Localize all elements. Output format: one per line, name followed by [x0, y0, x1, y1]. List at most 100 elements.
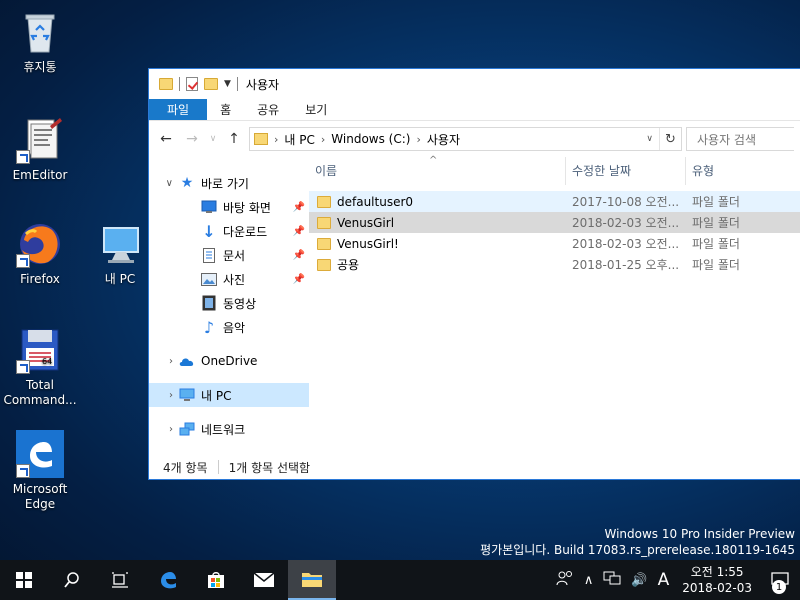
- forward-arrow-icon[interactable]: →: [181, 131, 203, 147]
- nav-label: 내 PC: [201, 388, 232, 403]
- nav-item-documents[interactable]: 문서 📌: [149, 243, 309, 267]
- people-icon[interactable]: [551, 570, 579, 590]
- refresh-icon[interactable]: ↻: [659, 128, 681, 150]
- desktop-icon-label: EmEditor: [12, 168, 68, 182]
- taskbar-edge[interactable]: [144, 560, 192, 600]
- start-button[interactable]: [0, 560, 48, 600]
- tab-view[interactable]: 보기: [292, 99, 340, 120]
- nav-label: 사진: [223, 272, 246, 287]
- taskbar-file-explorer[interactable]: [288, 560, 336, 600]
- folder-icon: [317, 237, 331, 250]
- file-row[interactable]: VenusGirl! 2018-02-03 오전... 파일 폴더: [309, 233, 800, 254]
- desktop-icon-edge[interactable]: Microsoft Edge: [2, 430, 78, 512]
- nav-item-downloads[interactable]: ↓ 다운로드 📌: [149, 219, 309, 243]
- taskbar-store[interactable]: [192, 560, 240, 600]
- pin-icon[interactable]: 📌: [293, 202, 305, 213]
- address-bar[interactable]: › 내 PC › Windows (C:) › 사용자 ∨ ↻: [249, 127, 682, 151]
- nav-network[interactable]: › 네트워크: [149, 417, 309, 441]
- chevron-up-icon[interactable]: ∧: [579, 573, 599, 588]
- properties-icon[interactable]: [186, 77, 198, 91]
- breadcrumb-this-pc[interactable]: 내 PC: [284, 131, 314, 148]
- tab-file[interactable]: 파일: [149, 99, 208, 120]
- clock[interactable]: 오전 1:55 2018-02-03: [674, 564, 760, 596]
- address-toolbar: ← → ∨ ↑ › 내 PC › Windows (C:) › 사용자 ∨ ↻ …: [149, 121, 800, 157]
- tab-home[interactable]: 홈: [207, 99, 244, 120]
- up-arrow-icon[interactable]: ↑: [223, 131, 245, 147]
- taskbar: ∧ 🔊 A 오전 1:55 2018-02-03 1: [0, 560, 800, 600]
- desktop-icon-firefox[interactable]: Firefox: [2, 220, 78, 287]
- chevron-down-icon[interactable]: ▼: [224, 79, 231, 89]
- this-pc-icon: [179, 387, 195, 403]
- network-icon[interactable]: [598, 570, 626, 590]
- file-row[interactable]: defaultuser0 2017-10-08 오전... 파일 폴더: [309, 191, 800, 212]
- shortcut-arrow-icon: [16, 464, 30, 478]
- nav-item-desktop[interactable]: 바탕 화면 📌: [149, 195, 309, 219]
- taskbar-mail[interactable]: [240, 560, 288, 600]
- build-watermark: Windows 10 Pro Insider Preview 평가본입니다. B…: [480, 526, 795, 558]
- address-dropdown-icon[interactable]: ∨: [646, 134, 653, 144]
- desktop-icon: [201, 199, 217, 215]
- chevron-right-icon[interactable]: ›: [149, 356, 179, 367]
- file-row[interactable]: 공용 2018-01-25 오후... 파일 폴더: [309, 254, 800, 275]
- nav-item-videos[interactable]: 동영상: [149, 291, 309, 315]
- desktop-icon-this-pc[interactable]: 내 PC: [82, 220, 158, 287]
- mail-icon: [253, 572, 275, 587]
- search-input[interactable]: 사용자 검색: [686, 127, 794, 151]
- desktop-icon-emeditor[interactable]: EmEditor: [2, 116, 78, 183]
- navigation-pane: ∨ ★ 바로 가기 바탕 화면 📌 ↓ 다운로드 📌 문서 📌 사진 📌 동영상…: [149, 157, 309, 455]
- watermark-line-1: Windows 10 Pro Insider Preview: [604, 527, 795, 541]
- pin-icon[interactable]: 📌: [293, 274, 305, 285]
- file-row[interactable]: VenusGirl 2018-02-03 오전... 파일 폴더: [309, 212, 800, 233]
- nav-item-pictures[interactable]: 사진 📌: [149, 267, 309, 291]
- status-bar: 4개 항목 1개 항목 선택함: [149, 455, 800, 479]
- chevron-right-icon[interactable]: ›: [274, 133, 278, 146]
- ime-indicator[interactable]: A: [653, 570, 675, 590]
- firefox-icon: [16, 220, 64, 268]
- recent-chevron-icon[interactable]: ∨: [207, 134, 219, 144]
- volume-icon[interactable]: 🔊: [626, 573, 652, 588]
- nav-label: 네트워크: [201, 422, 246, 437]
- file-name: defaultuser0: [337, 194, 414, 209]
- breadcrumb-drive-c[interactable]: Windows (C:): [331, 132, 410, 146]
- star-icon: ★: [180, 175, 194, 191]
- nav-label: 다운로드: [223, 224, 268, 239]
- new-folder-icon[interactable]: [204, 78, 218, 90]
- cloud-icon: [179, 353, 195, 369]
- nav-label: OneDrive: [201, 354, 258, 368]
- tab-share[interactable]: 공유: [244, 99, 292, 120]
- nav-quick-access[interactable]: ∨ ★ 바로 가기: [149, 171, 309, 195]
- clock-date: 2018-02-03: [682, 581, 752, 595]
- recycle-bin-icon: [16, 8, 64, 56]
- nav-label: 바로 가기: [201, 176, 249, 191]
- nav-item-music[interactable]: ♪ 음악: [149, 315, 309, 339]
- file-date: 2018-02-03 오전...: [572, 216, 680, 230]
- file-explorer-window[interactable]: ▼ 사용자 파일 홈 공유 보기 ← → ∨ ↑ › 내 PC › Window…: [148, 68, 800, 480]
- pin-icon[interactable]: 📌: [293, 250, 305, 261]
- folder-icon: [317, 216, 331, 229]
- search-button[interactable]: [48, 560, 96, 600]
- breadcrumb-users[interactable]: 사용자: [427, 131, 460, 148]
- nav-onedrive[interactable]: › OneDrive: [149, 349, 309, 373]
- task-view-button[interactable]: [96, 560, 144, 600]
- column-header-type[interactable]: 유형: [686, 157, 800, 185]
- chevron-down-icon[interactable]: ∨: [149, 178, 179, 189]
- windows-logo-icon: [16, 572, 32, 588]
- action-center-button[interactable]: 1: [760, 560, 800, 600]
- column-header-date[interactable]: 수정한 날짜: [566, 156, 686, 185]
- chevron-right-icon[interactable]: ›: [416, 133, 420, 146]
- desktop-icon-recycle-bin[interactable]: 휴지통: [2, 8, 78, 75]
- column-header-name[interactable]: 이름: [309, 156, 566, 185]
- title-bar[interactable]: ▼ 사용자: [149, 69, 800, 99]
- clock-time: 오전 1:55: [690, 565, 744, 579]
- task-view-icon: [112, 572, 128, 588]
- back-arrow-icon[interactable]: ←: [155, 131, 177, 147]
- desktop-icon-label: Firefox: [20, 272, 60, 286]
- sort-ascending-icon: ^: [429, 155, 438, 166]
- download-icon: ↓: [202, 221, 216, 241]
- pin-icon[interactable]: 📌: [293, 226, 305, 237]
- chevron-right-icon[interactable]: ›: [149, 390, 179, 401]
- chevron-right-icon[interactable]: ›: [149, 424, 179, 435]
- desktop-icon-total-commander[interactable]: 64 Total Command...: [2, 326, 78, 408]
- nav-this-pc[interactable]: › 내 PC: [149, 383, 309, 407]
- chevron-right-icon[interactable]: ›: [321, 133, 325, 146]
